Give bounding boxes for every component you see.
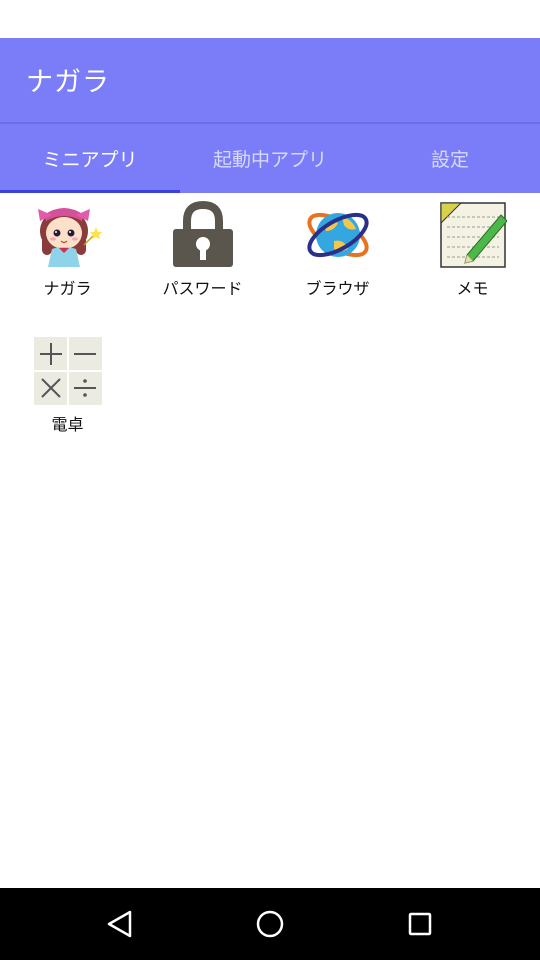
app-tile-browser[interactable]: ブラウザ	[270, 193, 405, 313]
app-label-calculator: 電卓	[51, 415, 84, 434]
recents-button[interactable]	[398, 902, 442, 946]
notepad-pencil-icon	[439, 202, 507, 268]
app-bar: ナガラ	[0, 38, 540, 122]
globe-icon	[306, 212, 369, 258]
app-tile-memo[interactable]: メモ	[405, 193, 540, 313]
home-icon	[256, 910, 284, 938]
calculator-icon	[33, 337, 102, 405]
app-label-password: パスワード	[162, 279, 243, 298]
status-bar	[0, 0, 540, 38]
app-label-nagara: ナガラ	[43, 279, 92, 298]
app-tile-password[interactable]: パスワード	[135, 193, 270, 313]
app-label-browser: ブラウザ	[305, 279, 370, 298]
app-label-memo: メモ	[456, 279, 489, 298]
app-tile-nagara[interactable]: ナガラ	[0, 193, 135, 313]
home-button[interactable]	[248, 902, 292, 946]
navigation-bar	[0, 888, 540, 960]
tab-running-apps[interactable]: 起動中アプリ	[180, 124, 360, 193]
recents-icon	[408, 912, 432, 936]
tab-settings[interactable]: 設定	[360, 124, 540, 193]
character-icon	[37, 208, 102, 267]
back-icon	[107, 910, 132, 938]
back-button[interactable]	[98, 902, 142, 946]
tab-strip: ミニアプリ 起動中アプリ 設定	[0, 122, 540, 193]
tab-mini-apps[interactable]: ミニアプリ	[0, 124, 180, 193]
app-title: ナガラ	[26, 67, 110, 98]
padlock-icon	[172, 201, 233, 267]
app-tile-calculator[interactable]: 電卓	[0, 329, 135, 449]
